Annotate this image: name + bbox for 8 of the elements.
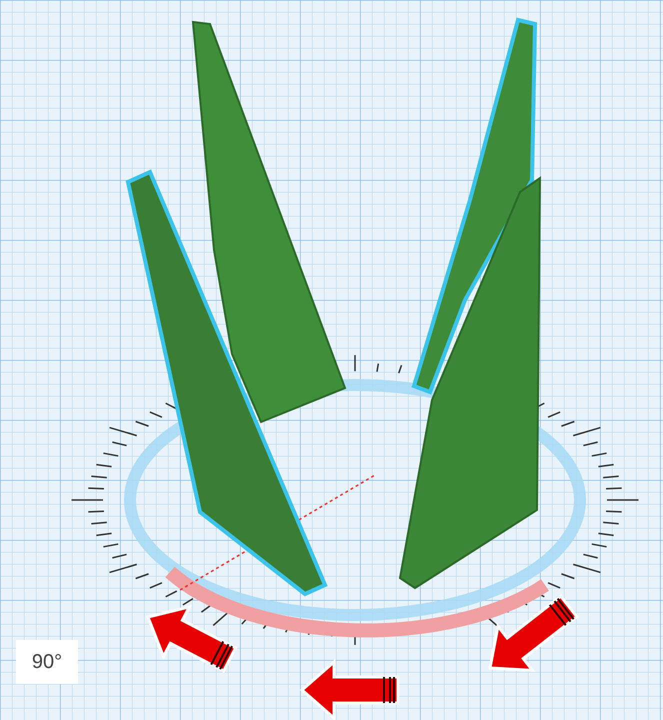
arrow-icon: [146, 604, 238, 674]
triangle-shape[interactable]: [126, 169, 328, 596]
arrow-icon: [300, 658, 400, 720]
arrow-icon: [488, 594, 579, 672]
triangle-shape[interactable]: [398, 176, 542, 590]
rotation-angle-readout: 90°: [16, 640, 78, 684]
triangle-shape[interactable]: [192, 20, 346, 424]
triangle-shape[interactable]: [412, 18, 538, 395]
